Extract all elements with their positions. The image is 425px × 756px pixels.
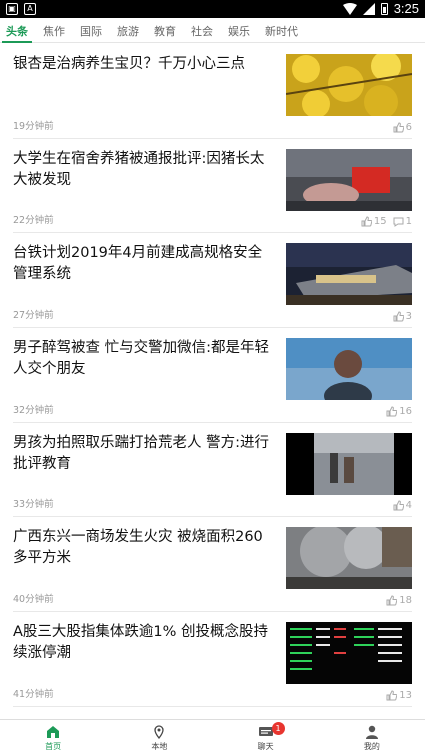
nav-chat[interactable]: 聊天 1: [213, 720, 319, 756]
notification-app-icon: ▣: [6, 3, 18, 15]
thumbs-up-icon[interactable]: [393, 122, 404, 133]
notification-app-icon-2: A: [24, 3, 36, 15]
like-count: 4: [405, 500, 412, 512]
news-item[interactable]: 男孩为拍照取乐踹打拾荒老人 警方:进行批评教育 33分钟前 4: [13, 423, 412, 518]
tab-entertainment[interactable]: 娱乐: [228, 18, 250, 42]
tab-society[interactable]: 社会: [191, 18, 213, 42]
news-time: 32分钟前: [13, 404, 54, 416]
comment-count: 1: [405, 216, 412, 228]
tab-jiaozuo[interactable]: 焦作: [43, 18, 65, 42]
news-title: 广西东兴一商场发生火灾 被烧面积260多平方米: [13, 529, 263, 567]
nav-home[interactable]: 首页: [0, 720, 106, 756]
news-title: 男子醉驾被查 忙与交警加微信:都是年轻人交个朋友: [13, 340, 269, 378]
news-item[interactable]: 广西东兴一商场发生火灾 被烧面积260多平方米 40分钟前 18: [13, 517, 412, 613]
news-thumbnail: [286, 432, 412, 495]
like-count: 15: [373, 216, 387, 228]
thumbs-up-icon[interactable]: [386, 595, 398, 606]
thumbs-up-icon[interactable]: [361, 216, 373, 227]
battery-icon: [380, 2, 388, 15]
news-thumbnail: [286, 54, 412, 116]
news-time: 40分钟前: [13, 594, 54, 606]
tab-headlines[interactable]: 头条: [2, 18, 32, 43]
bottom-nav: 首页 本地 聊天 1 我的: [0, 719, 425, 756]
news-list: 银杏是治病养生宝贝？千万小心三点 19分钟前 6 大学生在宿舍养猪被通报批评:因…: [0, 44, 425, 707]
news-item[interactable]: 银杏是治病养生宝贝？千万小心三点 19分钟前 6: [13, 44, 412, 139]
news-title: A股三大股指集体跌逾1% 创投概念股持续涨停潮: [13, 624, 269, 662]
thumbs-up-icon[interactable]: [386, 690, 398, 701]
nav-mine[interactable]: 我的: [319, 720, 425, 756]
comment-icon[interactable]: [393, 216, 404, 228]
nav-chat-label: 聊天: [257, 741, 274, 751]
news-thumbnail: [286, 243, 412, 306]
nav-home-label: 首页: [45, 741, 62, 751]
news-time: 41分钟前: [13, 688, 54, 700]
news-item[interactable]: 台铁计划2019年4月前建成高规格安全管理系统 27分钟前 3: [13, 233, 412, 329]
nav-local-label: 本地: [151, 741, 168, 751]
thumbs-up-icon[interactable]: [386, 406, 398, 417]
news-title: 男孩为拍照取乐踹打拾荒老人 警方:进行批评教育: [13, 434, 269, 472]
tab-education[interactable]: 教育: [154, 18, 176, 42]
news-item[interactable]: 男子醉驾被查 忙与交警加微信:都是年轻人交个朋友 32分钟前 16: [13, 328, 412, 423]
location-pin-icon: [154, 724, 165, 739]
nav-local[interactable]: 本地: [106, 720, 212, 756]
news-title: 台铁计划2019年4月前建成高规格安全管理系统: [13, 245, 263, 283]
tab-new-era[interactable]: 新时代: [265, 18, 298, 42]
like-count: 6: [405, 121, 412, 133]
channel-tabs: 头条 焦作 国际 旅游 教育 社会 娱乐 新时代: [0, 18, 425, 43]
nav-mine-label: 我的: [363, 741, 380, 751]
thumbs-up-icon[interactable]: [393, 311, 404, 322]
thumbs-up-icon[interactable]: [393, 500, 404, 511]
news-item[interactable]: 大学生在宿舍养猪被通报批评:因猪长太大被发现 22分钟前 15 1: [13, 139, 412, 234]
user-icon: [365, 725, 378, 739]
like-count: 3: [405, 311, 412, 323]
like-count: 13: [399, 689, 412, 701]
news-item[interactable]: A股三大股指集体跌逾1% 创投概念股持续涨停潮 41分钟前 13: [13, 612, 412, 707]
status-bar: ▣ A 3:25: [0, 0, 425, 18]
news-time: 22分钟前: [13, 215, 54, 227]
news-time: 19分钟前: [13, 120, 54, 132]
news-title: 银杏是治病养生宝贝？千万小心三点: [13, 56, 245, 72]
like-count: 18: [399, 595, 412, 607]
news-thumbnail: [286, 622, 412, 685]
news-title: 大学生在宿舍养猪被通报批评:因猪长太大被发现: [13, 150, 265, 188]
wifi-icon: [342, 2, 357, 15]
news-time: 27分钟前: [13, 310, 54, 322]
signal-icon: [362, 2, 375, 15]
chat-badge: 1: [271, 722, 285, 735]
home-icon: [47, 725, 60, 738]
tab-travel[interactable]: 旅游: [117, 18, 139, 42]
news-thumbnail: [286, 338, 412, 401]
like-count: 16: [399, 405, 412, 417]
tab-international[interactable]: 国际: [80, 18, 102, 42]
news-thumbnail: [286, 148, 412, 211]
status-time: 3:25: [393, 1, 419, 16]
news-thumbnail: [286, 527, 412, 590]
news-time: 33分钟前: [13, 499, 54, 511]
